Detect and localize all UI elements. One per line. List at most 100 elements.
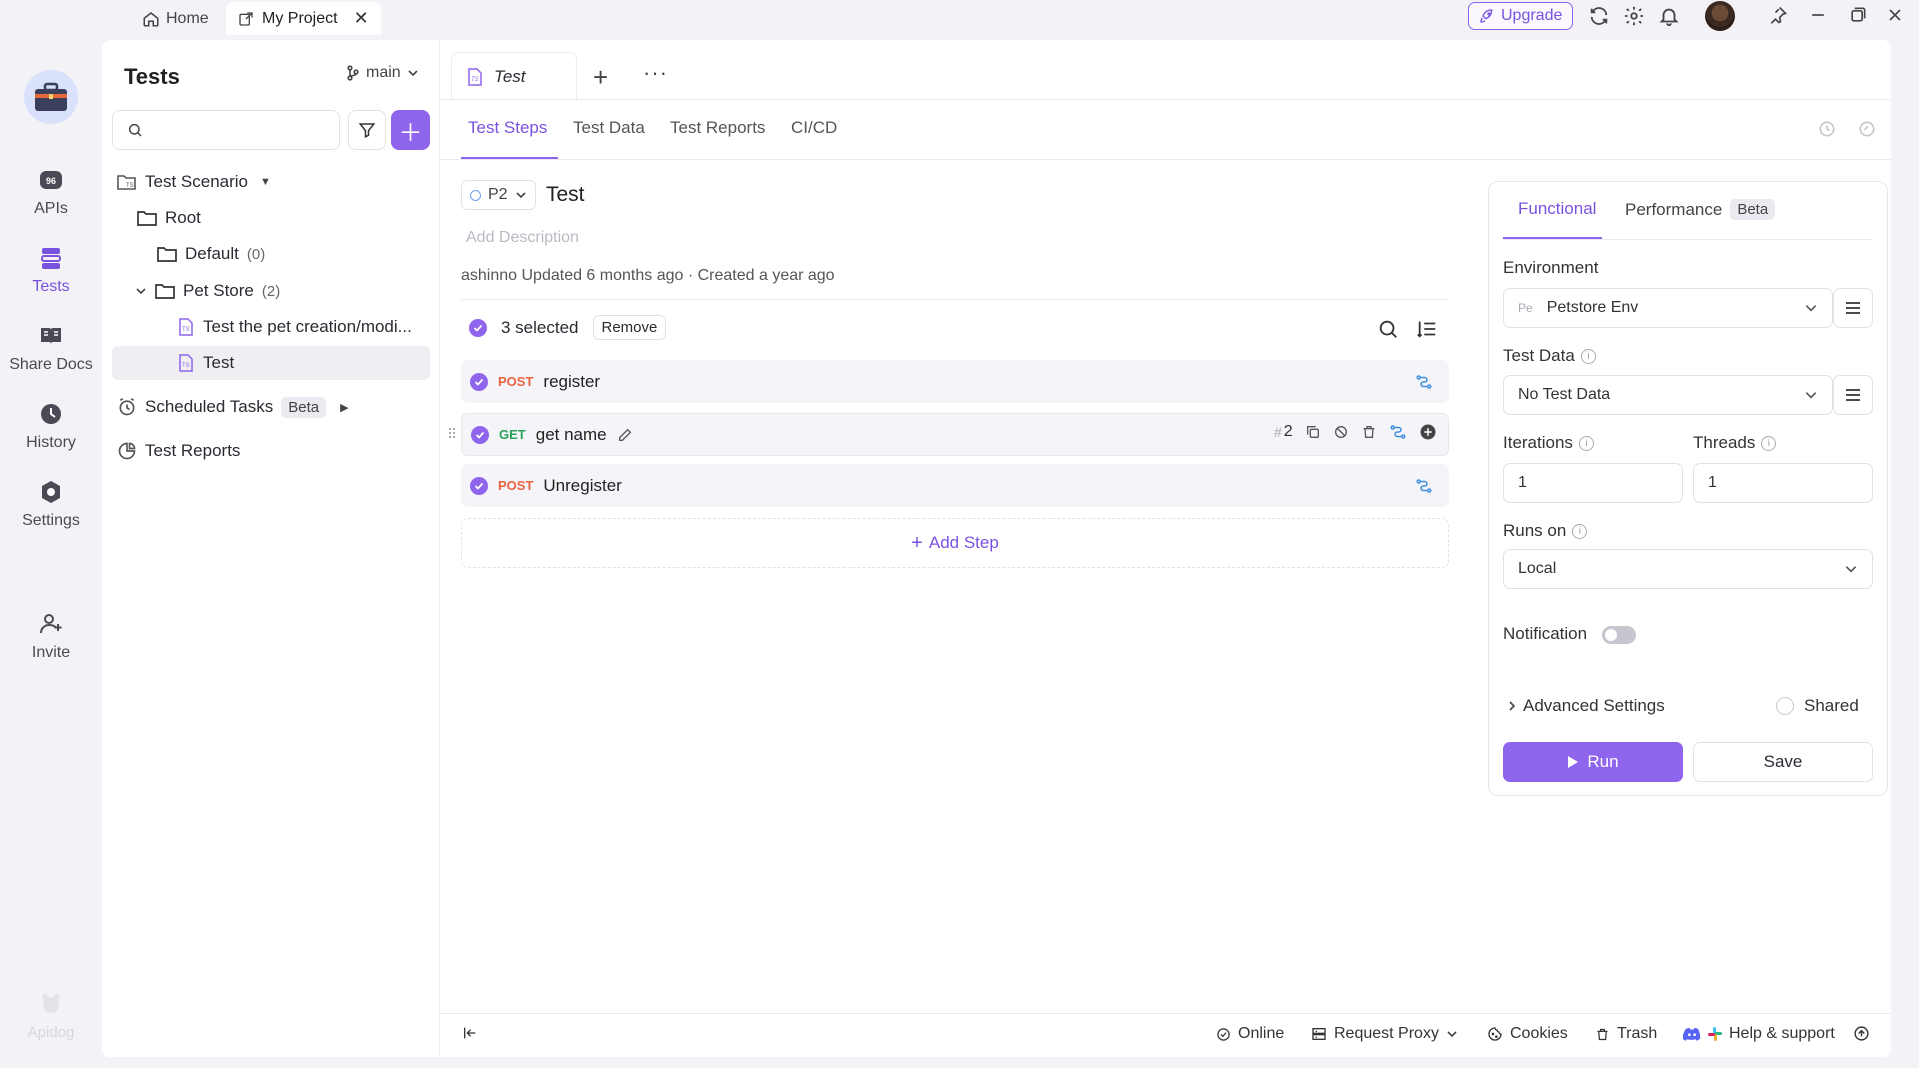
- rail-item-history[interactable]: History: [0, 400, 102, 452]
- history-clock-icon[interactable]: [1817, 119, 1837, 139]
- add-circle-icon[interactable]: [1419, 423, 1437, 441]
- request-proxy-selector[interactable]: Request Proxy: [1311, 1025, 1458, 1043]
- shared-option[interactable]: Shared: [1776, 696, 1859, 716]
- test-data-select[interactable]: No Test Data: [1503, 375, 1833, 415]
- step-row[interactable]: ⠿ GET get name # 2: [447, 413, 1449, 456]
- home-tab[interactable]: Home: [130, 2, 221, 35]
- test-case-title[interactable]: Test: [546, 183, 585, 207]
- subtab-ci-cd[interactable]: CI/CD: [791, 118, 837, 138]
- rail-item-share-docs[interactable]: Share Docs: [0, 322, 102, 374]
- project-tab[interactable]: My Project ✕: [226, 2, 381, 35]
- environment-menu-button[interactable]: [1833, 288, 1873, 328]
- copy-link-icon[interactable]: [1857, 119, 1877, 139]
- close-tab-icon[interactable]: ✕: [354, 8, 369, 29]
- user-avatar[interactable]: [1705, 1, 1735, 31]
- copy-icon[interactable]: [1305, 424, 1321, 440]
- project-logo[interactable]: [24, 70, 78, 124]
- branch-selector[interactable]: main: [346, 64, 419, 82]
- step-row[interactable]: POST register: [461, 360, 1449, 403]
- test-case-icon: TS: [177, 354, 195, 372]
- hamburger-icon: [1845, 388, 1861, 402]
- tree-item-test-reports[interactable]: Test Reports: [117, 434, 240, 468]
- tree-item-scheduled-tasks[interactable]: Scheduled Tasks Beta ▶: [117, 390, 349, 424]
- search-steps-icon[interactable]: [1377, 318, 1399, 340]
- step-checkbox[interactable]: [470, 476, 488, 495]
- info-icon[interactable]: i: [1578, 435, 1594, 451]
- edit-pencil-icon[interactable]: [617, 427, 633, 443]
- rail-item-tests[interactable]: Tests: [0, 244, 102, 296]
- divider: [461, 299, 1449, 300]
- select-all-checkbox[interactable]: [469, 318, 487, 337]
- upload-icon[interactable]: [1853, 1025, 1870, 1042]
- tree-search-input[interactable]: [112, 110, 340, 150]
- new-tab-icon[interactable]: +: [593, 62, 608, 93]
- tab-performance[interactable]: Performance Beta: [1625, 199, 1776, 220]
- tree-item-label: Root: [165, 208, 201, 227]
- info-icon[interactable]: i: [1572, 523, 1588, 539]
- notification-toggle[interactable]: [1602, 626, 1636, 644]
- subtab-test-steps[interactable]: Test Steps: [468, 118, 547, 138]
- linked-api-icon[interactable]: [1415, 373, 1433, 391]
- minimize-icon[interactable]: [1808, 5, 1832, 29]
- tree-item-root[interactable]: Root: [137, 201, 201, 235]
- tab-functional[interactable]: Functional: [1518, 199, 1596, 219]
- rail-item-apis[interactable]: 96 APIs: [0, 166, 102, 218]
- iterations-input[interactable]: 1: [1503, 463, 1683, 503]
- drag-handle-icon[interactable]: ⠿: [447, 426, 457, 443]
- add-step-button[interactable]: + Add Step: [461, 518, 1449, 568]
- add-description-field[interactable]: Add Description: [466, 229, 579, 247]
- online-status[interactable]: Online: [1216, 1025, 1284, 1043]
- info-icon[interactable]: i: [1761, 435, 1777, 451]
- filter-button[interactable]: [348, 110, 386, 150]
- step-row[interactable]: POST Unregister: [461, 464, 1449, 507]
- disable-icon[interactable]: [1333, 424, 1349, 440]
- priority-selector[interactable]: P2: [461, 180, 536, 210]
- test-data-menu-button[interactable]: [1833, 375, 1873, 415]
- tree-item-test[interactable]: TS Test: [112, 346, 430, 380]
- branch-icon: [346, 65, 360, 81]
- tree-item-pet-store[interactable]: Pet Store (2): [135, 274, 280, 308]
- pin-icon[interactable]: [1768, 5, 1792, 29]
- tree-item-test-scenario[interactable]: TS Test Scenario ▼: [117, 165, 271, 199]
- cookie-icon: [1487, 1026, 1503, 1042]
- proxy-icon: [1311, 1026, 1327, 1042]
- run-button[interactable]: Run: [1503, 742, 1683, 782]
- more-options-icon[interactable]: ···: [643, 60, 668, 86]
- step-checkbox[interactable]: [470, 372, 488, 391]
- subtab-test-data[interactable]: Test Data: [573, 118, 645, 138]
- chevron-down-icon: [1804, 388, 1818, 402]
- tree-item-test-pet-creation[interactable]: TS Test the pet creation/modi...: [177, 310, 412, 344]
- linked-api-icon[interactable]: [1389, 423, 1407, 441]
- cookies-button[interactable]: Cookies: [1487, 1025, 1568, 1043]
- tree-item-default[interactable]: Default (0): [157, 237, 265, 271]
- subtab-test-reports[interactable]: Test Reports: [670, 118, 765, 138]
- rail-item-invite[interactable]: Invite: [0, 610, 102, 662]
- refresh-icon[interactable]: [1588, 5, 1612, 29]
- close-window-icon[interactable]: [1885, 5, 1909, 29]
- bell-icon[interactable]: [1658, 5, 1682, 29]
- runs-on-select[interactable]: Local: [1503, 549, 1873, 589]
- linked-api-icon[interactable]: [1415, 477, 1433, 495]
- shared-checkbox[interactable]: [1776, 697, 1794, 715]
- restore-icon[interactable]: [1848, 5, 1872, 29]
- environment-select[interactable]: Pe Petstore Env: [1503, 288, 1833, 328]
- trash-button[interactable]: Trash: [1595, 1025, 1657, 1043]
- info-icon[interactable]: i: [1580, 348, 1596, 364]
- search-icon: [127, 122, 143, 138]
- remove-button[interactable]: Remove: [592, 315, 667, 340]
- rail-item-settings[interactable]: Settings: [0, 478, 102, 530]
- editor-tab-test[interactable]: TS Test: [451, 52, 577, 100]
- step-checkbox[interactable]: [471, 425, 489, 444]
- advanced-settings-toggle[interactable]: Advanced Settings: [1507, 696, 1665, 716]
- list-settings-icon[interactable]: [1416, 318, 1438, 340]
- chevron-down-icon: [1844, 562, 1858, 576]
- help-support-button[interactable]: Help & support: [1683, 1025, 1835, 1043]
- upgrade-button[interactable]: Upgrade: [1468, 2, 1574, 30]
- branch-label: main: [366, 64, 401, 81]
- settings-gear-icon[interactable]: [1623, 5, 1647, 29]
- trash-icon[interactable]: [1361, 424, 1377, 440]
- add-test-button[interactable]: ＋: [391, 110, 430, 150]
- collapse-sidebar-icon[interactable]: [462, 1025, 478, 1041]
- save-button[interactable]: Save: [1693, 742, 1873, 782]
- threads-input[interactable]: 1: [1693, 463, 1873, 503]
